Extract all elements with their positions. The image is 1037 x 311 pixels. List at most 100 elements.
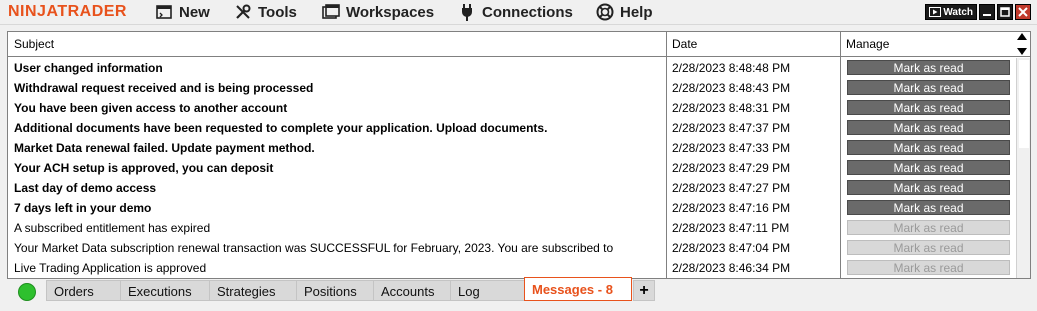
table-row[interactable]: Last day of demo access 2/28/2023 8:47:27… xyxy=(8,178,1016,198)
message-date: 2/28/2023 8:47:16 PM xyxy=(672,201,791,215)
menu-connections[interactable]: Connections xyxy=(458,2,573,22)
watch-label: Watch xyxy=(943,6,973,18)
column-header-subject[interactable]: Subject xyxy=(8,32,666,57)
message-date: 2/28/2023 8:48:31 PM xyxy=(672,101,791,115)
message-date: 2/28/2023 8:46:34 PM xyxy=(672,261,791,275)
table-row[interactable]: You have been given access to another ac… xyxy=(8,98,1016,118)
table-row[interactable]: Live Trading Application is approved 2/28… xyxy=(8,258,1016,278)
mark-as-read-button[interactable]: Mark as read xyxy=(847,140,1010,155)
bottom-tab-bar: Orders Executions Strategies Positions A… xyxy=(0,277,1037,311)
tab-strategies[interactable]: Strategies xyxy=(209,280,297,301)
column-header-manage[interactable]: Manage xyxy=(840,32,1016,57)
message-date: 2/28/2023 8:47:33 PM xyxy=(672,141,791,155)
table-row[interactable]: Your ACH setup is approved, you can depo… xyxy=(8,158,1016,178)
message-date: 2/28/2023 8:47:04 PM xyxy=(672,241,791,255)
table-row[interactable]: User changed information 2/28/2023 8:48:4… xyxy=(8,58,1016,78)
table-row[interactable]: 7 days left in your demo 2/28/2023 8:47:1… xyxy=(8,198,1016,218)
scroll-arrows[interactable] xyxy=(1016,33,1028,55)
message-subject: User changed information xyxy=(14,61,163,75)
tab-accounts[interactable]: Accounts xyxy=(373,280,451,301)
lifebuoy-icon xyxy=(596,3,614,21)
manage-cell: Mark as read xyxy=(840,258,1016,278)
manage-cell: Mark as read xyxy=(840,58,1016,78)
menu-workspaces[interactable]: Workspaces xyxy=(322,2,434,22)
message-subject: Last day of demo access xyxy=(14,181,157,195)
message-date: 2/28/2023 8:48:48 PM xyxy=(672,61,791,75)
tab-messages[interactable]: Messages - 8 xyxy=(524,277,632,301)
table-row[interactable]: Your Market Data subscription renewal tr… xyxy=(8,238,1016,258)
message-subject: Additional documents have been requested… xyxy=(14,121,548,135)
message-date: 2/28/2023 8:47:27 PM xyxy=(672,181,791,195)
tab-log[interactable]: Log xyxy=(450,280,526,301)
minimize-button[interactable] xyxy=(979,4,995,20)
mark-as-read-button: Mark as read xyxy=(847,220,1010,235)
manage-cell: Mark as read xyxy=(840,218,1016,238)
message-subject: Market Data renewal failed. Update payme… xyxy=(14,141,315,155)
tab-orders[interactable]: Orders xyxy=(46,280,121,301)
message-subject: Live Trading Application is approved xyxy=(14,261,207,275)
new-window-icon xyxy=(155,3,173,21)
tools-icon xyxy=(234,3,252,21)
menu-tools[interactable]: Tools xyxy=(234,2,297,22)
column-header-date[interactable]: Date xyxy=(666,32,840,57)
menu-label: Tools xyxy=(258,3,297,21)
manage-cell: Mark as read xyxy=(840,138,1016,158)
maximize-icon xyxy=(1000,7,1010,17)
scrollbar-thumb[interactable] xyxy=(1019,60,1029,148)
menu-bar: NINJATRADER New Tools Workspaces Connect… xyxy=(0,0,1037,25)
vertical-scrollbar[interactable] xyxy=(1016,58,1030,278)
close-icon xyxy=(1018,7,1028,17)
mark-as-read-button[interactable]: Mark as read xyxy=(847,80,1010,95)
manage-cell: Mark as read xyxy=(840,158,1016,178)
close-button[interactable] xyxy=(1015,4,1031,20)
arrow-up-icon xyxy=(1017,33,1027,40)
table-row[interactable]: Withdrawal request received and is being… xyxy=(8,78,1016,98)
menu-label: Workspaces xyxy=(346,3,435,21)
video-icon xyxy=(929,7,942,17)
message-date: 2/28/2023 8:47:11 PM xyxy=(672,221,790,235)
message-subject: A subscribed entitlement has expired xyxy=(14,221,211,235)
grid-header: Subject Date Manage xyxy=(8,32,1030,57)
manage-cell: Mark as read xyxy=(840,118,1016,138)
add-tab-button[interactable]: + xyxy=(633,280,655,301)
window-controls: Watch xyxy=(925,4,1031,20)
message-date: 2/28/2023 8:47:29 PM xyxy=(672,161,791,175)
menu-new[interactable]: New xyxy=(155,2,210,22)
workspaces-icon xyxy=(322,3,340,21)
menu-help[interactable]: Help xyxy=(596,2,653,22)
mark-as-read-button: Mark as read xyxy=(847,260,1010,275)
tab-positions[interactable]: Positions xyxy=(296,280,374,301)
mark-as-read-button[interactable]: Mark as read xyxy=(847,160,1010,175)
watch-button[interactable]: Watch xyxy=(925,4,977,20)
mark-as-read-button[interactable]: Mark as read xyxy=(847,200,1010,215)
mark-as-read-button[interactable]: Mark as read xyxy=(847,120,1010,135)
manage-cell: Mark as read xyxy=(840,178,1016,198)
message-subject: You have been given access to another ac… xyxy=(14,101,288,115)
manage-cell: Mark as read xyxy=(840,238,1016,258)
maximize-button[interactable] xyxy=(997,4,1013,20)
menu-label: New xyxy=(179,3,210,21)
table-row[interactable]: Market Data renewal failed. Update payme… xyxy=(8,138,1016,158)
mark-as-read-button: Mark as read xyxy=(847,240,1010,255)
manage-cell: Mark as read xyxy=(840,78,1016,98)
mark-as-read-button[interactable]: Mark as read xyxy=(847,180,1010,195)
message-subject: Your ACH setup is approved, you can depo… xyxy=(14,161,274,175)
tab-executions[interactable]: Executions xyxy=(120,280,210,301)
connection-status-indicator[interactable] xyxy=(18,283,36,301)
manage-cell: Mark as read xyxy=(840,98,1016,118)
minimize-icon xyxy=(983,14,991,16)
mark-as-read-button[interactable]: Mark as read xyxy=(847,60,1010,75)
message-date: 2/28/2023 8:48:43 PM xyxy=(672,81,791,95)
table-row[interactable]: A subscribed entitlement has expired 2/28… xyxy=(8,218,1016,238)
message-subject: Withdrawal request received and is being… xyxy=(14,81,314,95)
manage-cell: Mark as read xyxy=(840,198,1016,218)
grid-rows: User changed information 2/28/2023 8:48:4… xyxy=(8,58,1016,278)
plug-icon xyxy=(458,3,476,21)
table-row[interactable]: Additional documents have been requested… xyxy=(8,118,1016,138)
menu-label: Connections xyxy=(482,3,573,21)
mark-as-read-button[interactable]: Mark as read xyxy=(847,100,1010,115)
message-subject: 7 days left in your demo xyxy=(14,201,152,215)
menu-label: Help xyxy=(620,3,653,21)
messages-grid: Subject Date Manage User changed informa… xyxy=(7,31,1031,279)
message-date: 2/28/2023 8:47:37 PM xyxy=(672,121,791,135)
